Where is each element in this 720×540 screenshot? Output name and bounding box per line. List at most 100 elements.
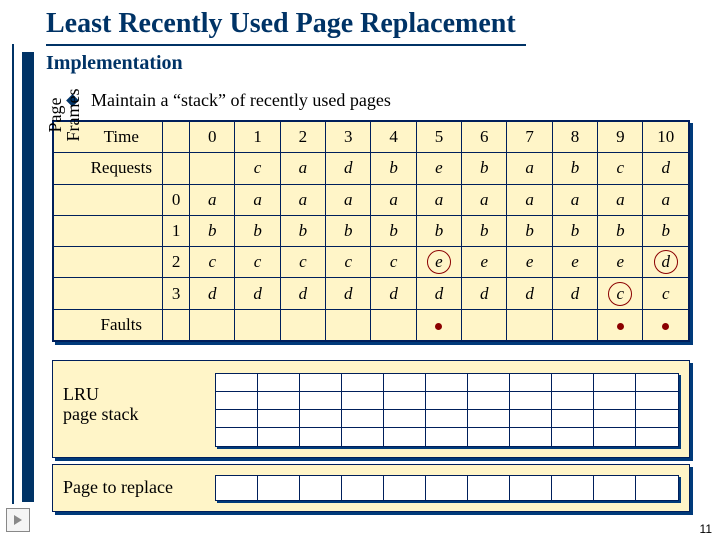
stack-cell xyxy=(468,374,510,392)
stack-cell xyxy=(468,428,510,446)
table-cell xyxy=(163,122,190,153)
lru-stack-label: LRU page stack xyxy=(63,385,138,425)
bullet-text: Maintain a “stack” of recently used page… xyxy=(91,90,391,111)
table-cell: b xyxy=(371,153,416,184)
table-cell xyxy=(54,309,81,340)
replace-cell xyxy=(342,476,384,500)
lru-stack-label-l2: page stack xyxy=(63,404,138,424)
page-frame-row: 2ccccceeeeed xyxy=(54,247,689,278)
table-cell: 0 xyxy=(190,122,235,153)
table-cell: 6 xyxy=(462,122,507,153)
table-cell: 3 xyxy=(326,122,371,153)
table-cell: d xyxy=(507,278,552,309)
lru-stack-panel: LRU page stack xyxy=(52,360,690,458)
stack-cell xyxy=(384,410,426,428)
stack-cell xyxy=(216,392,258,410)
table-cell xyxy=(190,309,235,340)
table-cell xyxy=(462,309,507,340)
table-cell: 10 xyxy=(643,122,689,153)
stack-cell xyxy=(384,428,426,446)
stack-cell xyxy=(384,392,426,410)
stack-cell xyxy=(258,410,300,428)
requests-row: Requestscadbebabcd xyxy=(54,153,689,184)
table-cell: e xyxy=(552,247,597,278)
table-cell: a xyxy=(371,184,416,215)
stack-cell xyxy=(258,428,300,446)
table-cell: c xyxy=(280,247,325,278)
table-cell: d xyxy=(371,278,416,309)
table-cell: 8 xyxy=(552,122,597,153)
stack-cell xyxy=(258,392,300,410)
margin-rule-thick xyxy=(22,52,34,502)
table-cell: a xyxy=(507,184,552,215)
table-cell: a xyxy=(280,153,325,184)
stack-cell xyxy=(300,410,342,428)
replace-cell xyxy=(384,476,426,500)
table-cell xyxy=(190,153,235,184)
table-cell: b xyxy=(371,215,416,246)
margin-rule-thin xyxy=(12,44,14,504)
table-cell: c xyxy=(235,153,280,184)
table-cell xyxy=(643,309,689,340)
stack-cell xyxy=(552,410,594,428)
table-cell xyxy=(54,184,81,215)
page-frame-row: 0aaaaaaaaaaa xyxy=(54,184,689,215)
table-cell: 2 xyxy=(280,122,325,153)
replace-cell xyxy=(426,476,468,500)
table-cell: d xyxy=(280,278,325,309)
table-cell: d xyxy=(462,278,507,309)
bullet-maintain-stack: Maintain a “stack” of recently used page… xyxy=(68,90,391,111)
table-cell xyxy=(326,309,371,340)
table-cell xyxy=(54,215,81,246)
fault-dot-icon xyxy=(662,323,669,330)
table-cell xyxy=(235,309,280,340)
table-cell: b xyxy=(643,215,689,246)
table-cell: d xyxy=(416,278,461,309)
table-cell: e xyxy=(598,247,643,278)
table-cell: a xyxy=(280,184,325,215)
stack-cell xyxy=(258,374,300,392)
table-cell: b xyxy=(190,215,235,246)
stack-cell xyxy=(510,410,552,428)
stack-cell xyxy=(636,374,678,392)
stack-cell xyxy=(300,374,342,392)
table-cell: b xyxy=(462,153,507,184)
stack-cell xyxy=(636,428,678,446)
table-cell: d xyxy=(643,153,689,184)
stack-cell xyxy=(216,410,258,428)
table-cell xyxy=(54,122,81,153)
table-cell: c xyxy=(598,278,643,309)
table-cell: 3 xyxy=(163,278,190,309)
lru-stack-label-l1: LRU xyxy=(63,384,99,404)
table-cell: Time xyxy=(80,122,162,153)
page-number: 11 xyxy=(700,522,712,536)
play-icon[interactable] xyxy=(6,508,30,532)
page-title: Least Recently Used Page Replacement xyxy=(46,8,516,40)
table-cell: a xyxy=(326,184,371,215)
table-cell: c xyxy=(326,247,371,278)
table-cell: 5 xyxy=(416,122,461,153)
subtitle: Implementation xyxy=(46,52,183,75)
table-cell: a xyxy=(507,153,552,184)
table-cell: Requests xyxy=(80,153,162,184)
replace-cell xyxy=(216,476,258,500)
table-cell: b xyxy=(235,215,280,246)
stack-cell xyxy=(426,392,468,410)
table-cell: b xyxy=(462,215,507,246)
table-cell: e xyxy=(416,153,461,184)
table-cell xyxy=(54,247,81,278)
table-cell: 4 xyxy=(371,122,416,153)
replace-cell xyxy=(258,476,300,500)
table-cell: b xyxy=(326,215,371,246)
table-cell xyxy=(80,278,162,309)
slide: Least Recently Used Page Replacement Imp… xyxy=(0,0,720,540)
stack-cell xyxy=(300,428,342,446)
table-cell: d xyxy=(190,278,235,309)
stack-cell xyxy=(510,428,552,446)
table-cell: e xyxy=(507,247,552,278)
table-cell: c xyxy=(643,278,689,309)
replace-cell xyxy=(510,476,552,500)
table-cell: 7 xyxy=(507,122,552,153)
table-cell: e xyxy=(416,247,461,278)
table-cell: c xyxy=(190,247,235,278)
